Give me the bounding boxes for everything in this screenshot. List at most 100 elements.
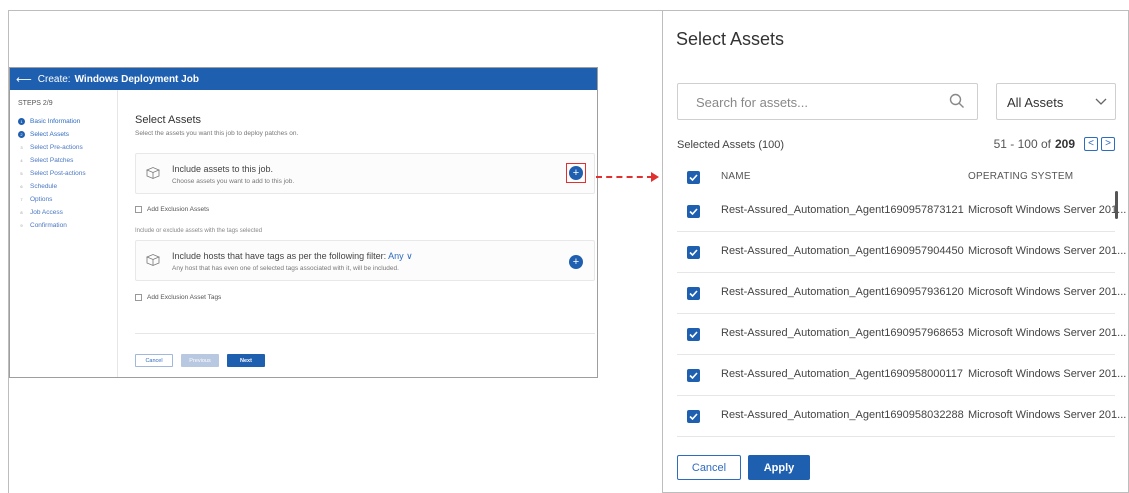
step-number: 8 — [18, 209, 25, 216]
search-box[interactable]: Search for assets... — [677, 83, 978, 120]
steps-title: STEPS 2/9 — [18, 100, 53, 107]
tags-note: Include or exclude assets with the tags … — [135, 228, 263, 234]
step-item[interactable]: 7 Options — [18, 193, 117, 206]
include-hosts-text: Include hosts that have tags as per the … — [172, 251, 387, 261]
dashed-arrow — [596, 176, 653, 178]
add-exclusion-assets-checkbox[interactable]: Add Exclusion Assets — [135, 206, 209, 213]
step-label: Schedule — [30, 183, 58, 190]
step-item[interactable]: 3 Select Pre-actions — [18, 141, 117, 154]
search-input[interactable]: Search for assets... — [696, 95, 808, 110]
table-row[interactable]: Rest-Assured_Automation_Agent16909580322… — [663, 396, 1126, 437]
asset-os: Microsoft Windows Server 201... — [968, 327, 1127, 339]
next-button[interactable]: Next — [227, 354, 265, 367]
previous-button[interactable]: Previous — [181, 354, 219, 367]
include-assets-subtitle: Choose assets you want to add to this jo… — [172, 178, 295, 185]
asset-name: Rest-Assured_Automation_Agent16909579044… — [721, 245, 964, 257]
add-tags-button[interactable]: + — [569, 255, 583, 269]
filter-any-dropdown[interactable]: Any ∨ — [388, 251, 413, 261]
step-buttons: Cancel Previous Next — [135, 354, 273, 367]
row-checkbox[interactable] — [687, 369, 700, 382]
job-header: ⟵ Create: Windows Deployment Job — [10, 68, 597, 90]
table-row[interactable]: Rest-Assured_Automation_Agent16909579686… — [663, 314, 1126, 355]
step-item[interactable]: 4 Select Patches — [18, 154, 117, 167]
cancel-button[interactable]: Cancel — [677, 455, 741, 480]
step-item[interactable]: 5 Select Post-actions — [18, 167, 117, 180]
step-number: 9 — [18, 222, 25, 229]
step-number: 7 — [18, 196, 25, 203]
row-checkbox[interactable] — [687, 328, 700, 341]
row-checkbox[interactable] — [687, 246, 700, 259]
row-checkbox[interactable] — [687, 287, 700, 300]
selected-count: Selected Assets (100) — [677, 139, 785, 151]
scrollbar-thumb[interactable] — [1115, 191, 1118, 219]
add-exclusion-tags-checkbox[interactable]: Add Exclusion Asset Tags — [135, 294, 221, 301]
step-item[interactable]: 6 Schedule — [18, 180, 117, 193]
next-page-button[interactable]: > — [1101, 137, 1115, 151]
deployment-job-screen: ⟵ Create: Windows Deployment Job STEPS 2… — [9, 67, 598, 378]
checkbox-label: Add Exclusion Assets — [147, 206, 210, 213]
box-icon — [146, 254, 160, 266]
asset-name: Rest-Assured_Automation_Agent16909579686… — [721, 327, 964, 339]
checkbox-box[interactable] — [135, 294, 142, 301]
step-subtitle: Select the assets you want this job to d… — [135, 130, 299, 137]
prev-page-button[interactable]: < — [1084, 137, 1098, 151]
frame-line — [8, 10, 663, 11]
column-header-name[interactable]: NAME — [721, 171, 751, 182]
select-assets-step: Select Assets Select the assets you want… — [135, 90, 597, 377]
step-item[interactable]: 2 Select Assets — [18, 128, 117, 141]
step-number: 5 — [18, 170, 25, 177]
box-icon — [146, 167, 160, 179]
step-item[interactable]: 9 Confirmation — [18, 219, 117, 232]
search-icon[interactable] — [949, 93, 965, 109]
step-number: 6 — [18, 183, 25, 190]
row-checkbox[interactable] — [687, 205, 700, 218]
page-range: 51 - 100 of — [993, 137, 1051, 151]
asset-os: Microsoft Windows Server 201... — [968, 286, 1127, 298]
step-item[interactable]: 8 Job Access — [18, 206, 117, 219]
asset-filter-select[interactable]: All Assets — [996, 83, 1116, 120]
include-assets-card: Include assets to this job. Choose asset… — [135, 153, 595, 194]
checkbox-label: Add Exclusion Asset Tags — [147, 294, 222, 301]
table-row[interactable]: Rest-Assured_Automation_Agent16909579361… — [663, 273, 1126, 314]
arrow-left-icon[interactable]: ⟵ — [16, 73, 32, 86]
asset-name: Rest-Assured_Automation_Agent16909580322… — [721, 409, 964, 421]
steps-sidebar: STEPS 2/9 1 Basic Information 2 Select Asse… — [10, 90, 118, 377]
include-hosts-title: Include hosts that have tags as per the … — [172, 251, 413, 262]
pagination: 51 - 100 of 209 < > — [994, 137, 1115, 151]
row-checkbox[interactable] — [687, 410, 700, 423]
panel-title: Select Assets — [676, 29, 785, 49]
table-row[interactable]: Rest-Assured_Automation_Agent16909579044… — [663, 232, 1126, 273]
header-title: Windows Deployment Job — [74, 73, 199, 85]
step-number: 3 — [18, 144, 25, 151]
chevron-down-icon — [1095, 98, 1107, 105]
asset-os: Microsoft Windows Server 201... — [968, 368, 1127, 380]
column-header-os[interactable]: OPERATING SYSTEM — [968, 171, 1073, 182]
asset-name: Rest-Assured_Automation_Agent16909578731… — [721, 204, 964, 216]
select-assets-panel: Select Assets Search for assets... All A… — [662, 10, 1129, 493]
table-row[interactable]: Rest-Assured_Automation_Agent16909578731… — [663, 191, 1126, 232]
chevron-down-icon: ∨ — [406, 251, 413, 261]
add-assets-button[interactable]: + — [569, 166, 583, 180]
header-prefix: Create: — [37, 73, 71, 85]
composite-screenshot: ⟵ Create: Windows Deployment Job STEPS 2… — [0, 0, 1129, 493]
step-item[interactable]: 1 Basic Information — [18, 115, 117, 128]
asset-name: Rest-Assured_Automation_Agent16909579361… — [721, 286, 964, 298]
row-divider — [677, 436, 1115, 437]
step-label: Confirmation — [30, 222, 67, 229]
footer-divider — [135, 333, 595, 334]
apply-button[interactable]: Apply — [748, 455, 810, 480]
include-assets-title: Include assets to this job. — [172, 164, 274, 174]
include-hosts-subtitle: Any host that has even one of selected t… — [172, 265, 399, 272]
step-label: Basic Information — [30, 118, 81, 125]
step-number: 1 — [18, 118, 25, 125]
step-title: Select Assets — [135, 114, 202, 126]
step-label: Select Pre-actions — [30, 144, 83, 151]
table-row[interactable]: Rest-Assured_Automation_Agent16909580001… — [663, 355, 1126, 396]
checkbox-box[interactable] — [135, 206, 142, 213]
step-label: Select Patches — [30, 157, 74, 164]
step-number: 2 — [18, 131, 25, 138]
select-all-checkbox[interactable] — [687, 171, 700, 184]
asset-os: Microsoft Windows Server 201... — [968, 409, 1127, 421]
cancel-button[interactable]: Cancel — [135, 354, 173, 367]
step-label: Select Post-actions — [30, 170, 86, 177]
